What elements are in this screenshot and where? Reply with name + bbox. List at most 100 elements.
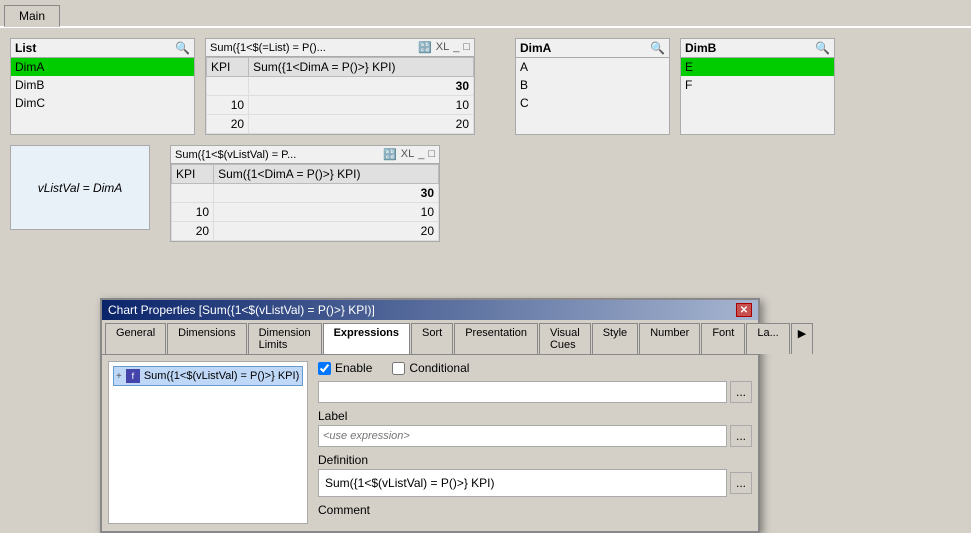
table-panel-2-icons: 🔡 XL _ □ (383, 148, 435, 161)
table2-row1-c2: 10 (214, 203, 439, 222)
conditional-ellipsis-button[interactable]: ... (730, 381, 752, 403)
tab-strip: Main (0, 0, 971, 28)
comment-field-group: Comment (318, 503, 752, 519)
label-input-row: ... (318, 425, 752, 447)
vlistval-panel: vListVal = DimA (10, 145, 150, 230)
dimb-title: DimB (685, 41, 716, 55)
label-field-label: Label (318, 409, 752, 423)
enable-checkbox[interactable] (318, 362, 331, 375)
definition-label: Definition (318, 453, 752, 467)
dimb-search-icon[interactable]: 🔍 (815, 41, 830, 55)
modal-tab-number[interactable]: Number (639, 323, 700, 354)
dimb-item-e[interactable]: E (681, 58, 834, 76)
dima-panel: DimA 🔍 A B C (515, 38, 670, 135)
definition-box: Sum({1<$(vListVal) = P()>} KPI) (318, 469, 727, 497)
modal-tab-general[interactable]: General (105, 323, 166, 354)
table1-row1-c1: 10 (207, 96, 249, 115)
table-panel-1-header: Sum({1<$(=List) = P()... 🔡 XL _ □ (206, 39, 474, 57)
list-panel: List 🔍 DimA DimB DimC (10, 38, 195, 135)
dimb-item-f[interactable]: F (681, 76, 834, 94)
table2-bold-value: 30 (214, 184, 439, 203)
table-panel-1-title: Sum({1<$(=List) = P()... (210, 42, 326, 54)
modal-tab-dimensions[interactable]: Dimensions (167, 323, 246, 354)
table2-row2-c2: 20 (214, 222, 439, 241)
table-icon-xl[interactable]: XL (436, 41, 449, 54)
definition-field-group: Definition Sum({1<$(vListVal) = P()>} KP… (318, 453, 752, 497)
list-item-dimc[interactable]: DimC (11, 94, 194, 112)
modal-tab-arrow-right[interactable]: ▶ (791, 323, 813, 354)
table-panel-2-header: Sum({1<$(vListVal) = P... 🔡 XL _ □ (171, 146, 439, 164)
modal-tab-sort[interactable]: Sort (411, 323, 453, 354)
table-panel-1-icons: 🔡 XL _ □ (418, 41, 470, 54)
expr-list-panel: + f Sum({1<$(vListVal) = P()>} KPI) (108, 361, 308, 524)
modal-tab-visual-cues[interactable]: Visual Cues (539, 323, 591, 354)
conditional-checkbox-group: Conditional (392, 361, 469, 375)
list-search-icon[interactable]: 🔍 (175, 41, 190, 55)
enable-row: Enable Conditional (318, 361, 752, 375)
label-field-group: Label ... (318, 409, 752, 447)
table2-icon-a[interactable]: 🔡 (383, 148, 397, 161)
definition-input-row: Sum({1<$(vListVal) = P()>} KPI) ... (318, 469, 752, 497)
conditional-checkbox[interactable] (392, 362, 405, 375)
content-area: List 🔍 DimA DimB DimC Sum({1<$(=List) = … (0, 28, 971, 513)
dima-search-icon[interactable]: 🔍 (650, 41, 665, 55)
dima-item-a[interactable]: A (516, 58, 669, 76)
table2-icon-minimize[interactable]: _ (418, 148, 424, 161)
table2-icon-xl[interactable]: XL (401, 148, 414, 161)
enable-checkbox-group: Enable (318, 361, 372, 375)
list-item-dimb[interactable]: DimB (11, 76, 194, 94)
dimb-header: DimB 🔍 (681, 39, 834, 58)
table1-row1-c2: 10 (249, 96, 474, 115)
expr-type-icon: f (126, 369, 140, 383)
table1-row2-c1: 20 (207, 115, 249, 134)
table-panel-2-title: Sum({1<$(vListVal) = P... (175, 149, 296, 161)
table-icon-close[interactable]: □ (463, 41, 470, 54)
modal-close-button[interactable]: ✕ (736, 303, 752, 317)
dima-item-b[interactable]: B (516, 76, 669, 94)
table-1-inner: KPI Sum({1<DimA = P()>} KPI) 30 10 10 (206, 57, 474, 134)
list-panel-title: List (15, 41, 36, 55)
vlistval-label: vListVal = DimA (38, 181, 123, 195)
table1-col1-header: KPI (207, 58, 249, 77)
expr-props-panel: Enable Conditional ... Labe (318, 361, 752, 524)
list-item-dima[interactable]: DimA (11, 58, 194, 76)
label-input[interactable] (318, 425, 727, 447)
modal-tab-style[interactable]: Style (592, 323, 638, 354)
comment-label: Comment (318, 503, 752, 517)
dimb-panel: DimB 🔍 E F (680, 38, 835, 135)
table-panel-1: Sum({1<$(=List) = P()... 🔡 XL _ □ KPI Su… (205, 38, 475, 135)
modal-tab-font[interactable]: Font (701, 323, 745, 354)
conditional-input[interactable] (318, 381, 727, 403)
dima-title: DimA (520, 41, 551, 55)
table1-bold-cell (207, 77, 249, 96)
table2-col2-header: Sum({1<DimA = P()>} KPI) (214, 165, 439, 184)
dima-item-c[interactable]: C (516, 94, 669, 112)
table1-bold-value: 30 (249, 77, 474, 96)
modal-tab-expressions[interactable]: Expressions (323, 323, 410, 354)
table-icon-minimize[interactable]: _ (453, 41, 459, 54)
conditional-input-row: ... (318, 381, 752, 403)
table1-row2-c2: 20 (249, 115, 474, 134)
tab-main[interactable]: Main (4, 5, 60, 27)
expr-list-label: Sum({1<$(vListVal) = P()>} KPI) (144, 370, 299, 382)
modal-tabs: General Dimensions Dimension Limits Expr… (102, 320, 758, 355)
conditional-label: Conditional (409, 361, 469, 375)
table2-row2-c1: 20 (172, 222, 214, 241)
modal-dialog: Chart Properties [Sum({1<$(vListVal) = P… (100, 298, 760, 533)
modal-titlebar: Chart Properties [Sum({1<$(vListVal) = P… (102, 300, 758, 320)
label-ellipsis-button[interactable]: ... (730, 425, 752, 447)
modal-title: Chart Properties [Sum({1<$(vListVal) = P… (108, 303, 375, 317)
list-panel-header: List 🔍 (11, 39, 194, 58)
modal-tab-dimension-limits[interactable]: Dimension Limits (248, 323, 322, 354)
modal-tab-presentation[interactable]: Presentation (454, 323, 538, 354)
dima-header: DimA 🔍 (516, 39, 669, 58)
definition-ellipsis-button[interactable]: ... (730, 472, 752, 494)
table-icon-a[interactable]: 🔡 (418, 41, 432, 54)
panels-row-2: vListVal = DimA Sum({1<$(vListVal) = P..… (10, 145, 961, 242)
expr-list-item[interactable]: + f Sum({1<$(vListVal) = P()>} KPI) (113, 366, 303, 386)
modal-tab-la[interactable]: La... (746, 323, 789, 354)
table2-icon-close[interactable]: □ (428, 148, 435, 161)
table2-col1-header: KPI (172, 165, 214, 184)
definition-value: Sum({1<$(vListVal) = P()>} KPI) (325, 476, 495, 490)
main-container: Main List 🔍 DimA DimB DimC (0, 0, 971, 513)
